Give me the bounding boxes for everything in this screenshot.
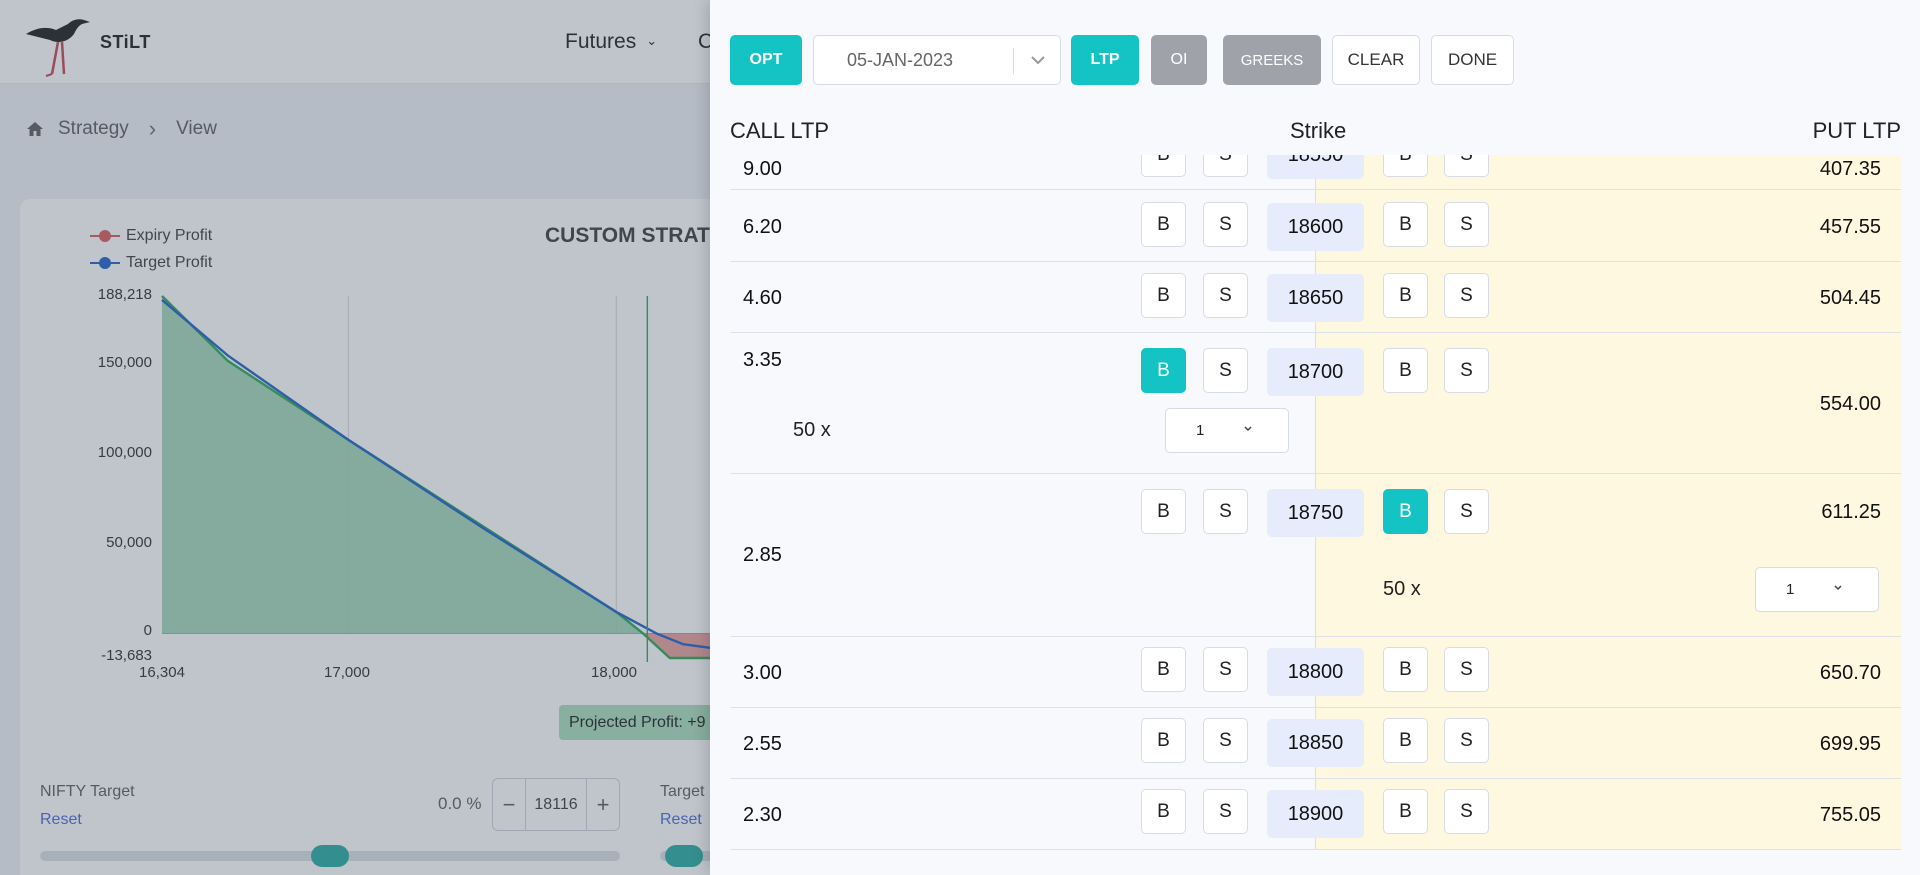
option-chain-drawer: OPT 05-JAN-2023 LTP OI GREEKS CLEAR DONE…	[710, 0, 1920, 875]
put-buy-button[interactable]: B	[1383, 155, 1428, 177]
oi-button[interactable]: OI	[1151, 35, 1207, 85]
call-sell-button[interactable]: S	[1203, 489, 1248, 534]
table-row: 6.20 B S 18600 B S 457.55	[730, 191, 1901, 262]
put-ltp: 407.35	[1819, 158, 1881, 180]
put-sell-button[interactable]: S	[1444, 155, 1489, 177]
call-ltp: 6.20	[743, 216, 782, 238]
greeks-button[interactable]: GREEKS	[1223, 35, 1321, 85]
call-buy-button[interactable]: B	[1141, 489, 1186, 534]
strike-price: 18900	[1267, 790, 1364, 838]
call-ltp: 9.00	[743, 158, 782, 180]
call-buy-button[interactable]: B	[1141, 273, 1186, 318]
put-ltp: 650.70	[1819, 662, 1881, 684]
done-button[interactable]: DONE	[1431, 35, 1514, 85]
table-row: 4.60 B S 18650 B S 504.45	[730, 262, 1901, 333]
put-lot-quantity-select[interactable]: 1	[1755, 567, 1879, 612]
put-buy-button[interactable]: B	[1383, 489, 1428, 534]
call-sell-button[interactable]: S	[1203, 202, 1248, 247]
option-chain-table: 9.00 B S 18550 B S 407.35 6.20 B S 18600…	[730, 155, 1901, 850]
call-ltp: 2.85	[743, 544, 782, 566]
ltp-button[interactable]: LTP	[1071, 35, 1139, 85]
clear-button[interactable]: CLEAR	[1332, 35, 1420, 85]
expiry-date-value: 05-JAN-2023	[847, 49, 954, 70]
call-buy-button[interactable]: B	[1141, 155, 1186, 177]
strike-price: 18700	[1267, 348, 1364, 396]
put-sell-button[interactable]: S	[1444, 718, 1489, 763]
put-lot-size: 50 x	[1383, 578, 1421, 600]
call-buy-button[interactable]: B	[1141, 789, 1186, 834]
strike-price: 18800	[1267, 648, 1364, 696]
put-sell-button[interactable]: S	[1444, 647, 1489, 692]
table-row: 2.85 B S 18750 B S 611.25 50 x 1	[730, 474, 1901, 637]
table-row: 3.00 B S 18800 B S 650.70	[730, 637, 1901, 708]
call-sell-button[interactable]: S	[1203, 789, 1248, 834]
call-buy-button[interactable]: B	[1141, 202, 1186, 247]
call-sell-button[interactable]: S	[1203, 273, 1248, 318]
table-row: 2.30 B S 18900 B S 755.05	[730, 779, 1901, 850]
chevron-down-icon	[1031, 56, 1045, 65]
put-buy-button[interactable]: B	[1383, 647, 1428, 692]
select-divider	[1013, 48, 1014, 74]
opt-button[interactable]: OPT	[730, 35, 802, 85]
call-sell-button[interactable]: S	[1203, 155, 1248, 177]
call-ltp: 2.30	[743, 804, 782, 826]
put-buy-button[interactable]: B	[1383, 789, 1428, 834]
put-ltp-header: PUT LTP	[1812, 118, 1901, 143]
put-sell-button[interactable]: S	[1444, 789, 1489, 834]
call-ltp: 2.55	[743, 733, 782, 755]
put-sell-button[interactable]: S	[1444, 489, 1489, 534]
strike-header: Strike	[1290, 118, 1347, 143]
call-sell-button[interactable]: S	[1203, 647, 1248, 692]
call-buy-button[interactable]: B	[1141, 348, 1186, 393]
put-ltp: 457.55	[1819, 216, 1881, 238]
call-sell-button[interactable]: S	[1203, 348, 1248, 393]
call-buy-button[interactable]: B	[1141, 718, 1186, 763]
put-buy-button[interactable]: B	[1383, 202, 1428, 247]
drawer-toolbar: OPT 05-JAN-2023 LTP OI GREEKS CLEAR DONE	[730, 35, 1514, 85]
call-lot-quantity-value: 1	[1196, 422, 1205, 439]
strike-price: 18850	[1267, 719, 1364, 767]
put-buy-button[interactable]: B	[1383, 348, 1428, 393]
call-lot-size: 50 x	[793, 419, 831, 441]
put-ltp: 755.05	[1819, 804, 1881, 826]
put-buy-button[interactable]: B	[1383, 273, 1428, 318]
put-ltp: 554.00	[1819, 393, 1881, 415]
strike-price: 18600	[1267, 203, 1364, 251]
put-lot-quantity-value: 1	[1786, 581, 1795, 598]
strike-price: 18650	[1267, 274, 1364, 322]
call-ltp: 3.35	[743, 349, 782, 371]
table-row: 9.00 B S 18550 B S 407.35	[730, 155, 1901, 190]
strike-price: 18550	[1267, 155, 1364, 179]
chevron-down-icon	[1244, 426, 1252, 432]
put-buy-button[interactable]: B	[1383, 718, 1428, 763]
call-buy-button[interactable]: B	[1141, 647, 1186, 692]
call-sell-button[interactable]: S	[1203, 718, 1248, 763]
table-row: 2.55 B S 18850 B S 699.95	[730, 708, 1901, 779]
put-sell-button[interactable]: S	[1444, 202, 1489, 247]
call-lot-quantity-select[interactable]: 1	[1165, 408, 1289, 453]
put-sell-button[interactable]: S	[1444, 348, 1489, 393]
put-sell-button[interactable]: S	[1444, 273, 1489, 318]
strike-price: 18750	[1267, 489, 1364, 537]
put-ltp: 504.45	[1819, 287, 1881, 309]
expiry-date-select[interactable]: 05-JAN-2023	[813, 35, 1061, 85]
call-ltp: 3.00	[743, 662, 782, 684]
table-row: 3.35 B S 18700 B S 554.00 50 x 1	[730, 333, 1901, 474]
call-ltp-header: CALL LTP	[730, 118, 830, 143]
call-ltp: 4.60	[743, 287, 782, 309]
put-ltp: 699.95	[1819, 733, 1881, 755]
put-ltp: 611.25	[1821, 501, 1881, 523]
chevron-down-icon	[1834, 585, 1842, 591]
